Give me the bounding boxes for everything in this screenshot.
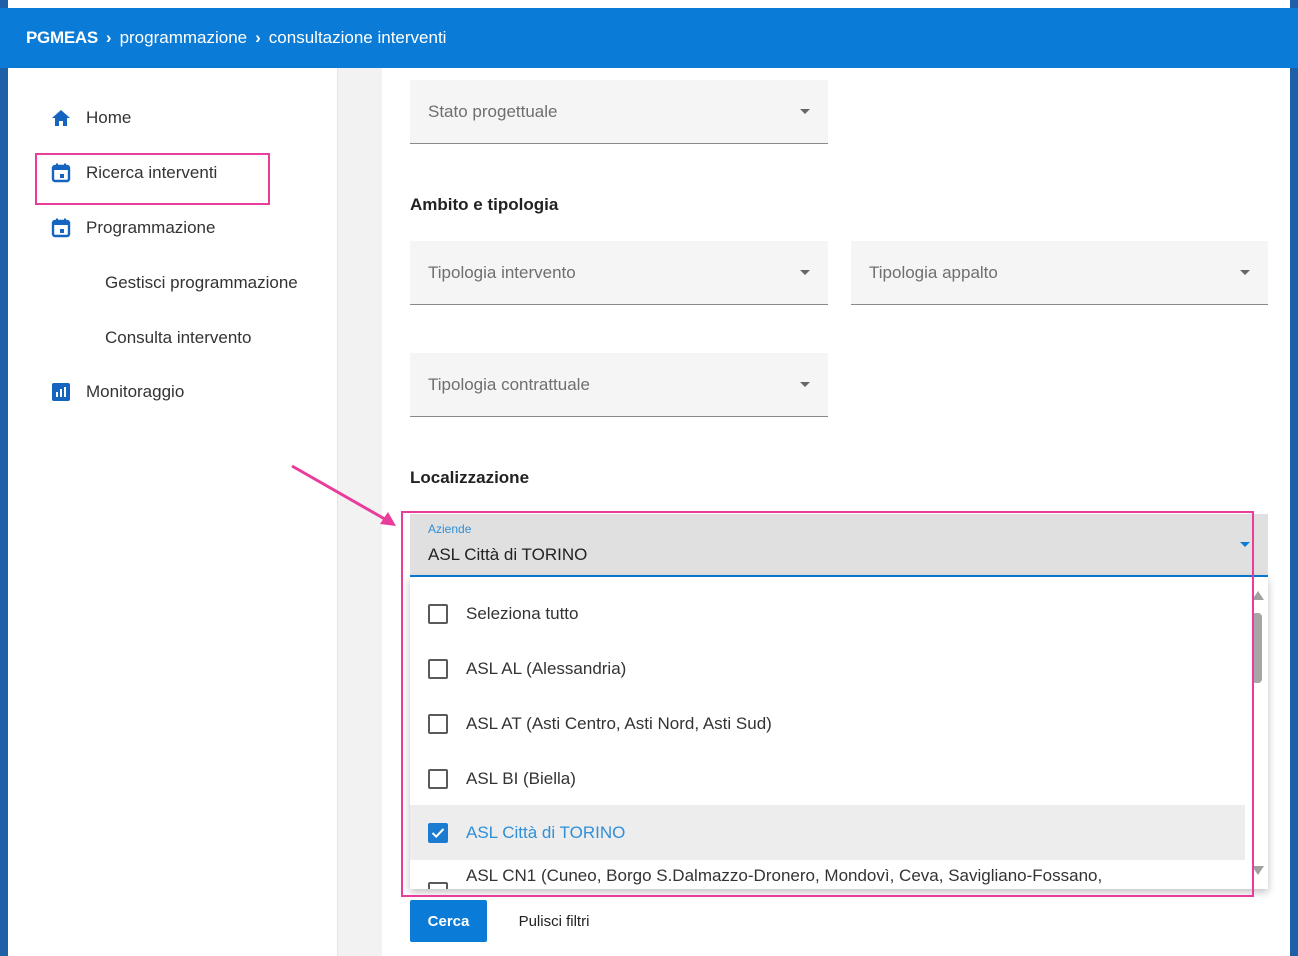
caret-down-icon	[1240, 542, 1250, 547]
stato-progettuale-select[interactable]: Stato progettuale	[410, 80, 828, 144]
breadcrumb: PGMEAS › programmazione › consultazione …	[0, 8, 1298, 68]
pulisci-filtri-button[interactable]: Pulisci filtri	[506, 900, 602, 942]
option-label: ASL AL (Alessandria)	[466, 658, 627, 678]
sidebar-item-label: Programmazione	[86, 218, 216, 237]
caret-down-icon	[800, 270, 810, 275]
tipologia-appalto-select[interactable]: Tipologia appalto	[851, 241, 1268, 305]
option-label: ASL CN1 (Cuneo, Borgo S.Dalmazzo-Dronero…	[466, 866, 1103, 885]
select-label: Stato progettuale	[428, 101, 558, 121]
select-label: Tipologia appalto	[869, 262, 998, 282]
chevron-right-icon: ›	[255, 28, 261, 47]
breadcrumb-programmazione[interactable]: programmazione	[120, 28, 248, 48]
select-label: Tipologia contrattuale	[428, 374, 590, 394]
checkbox-checked-icon[interactable]	[428, 822, 448, 843]
cerca-button[interactable]: Cerca	[410, 900, 487, 942]
aziende-dropdown-panel: Seleziona tutto ASL AL (Alessandria) ASL…	[410, 577, 1268, 889]
bar-chart-icon	[50, 381, 72, 403]
app-brand[interactable]: PGMEAS	[26, 28, 98, 48]
option-label: ASL AT (Asti Centro, Asti Nord, Asti Sud…	[466, 713, 772, 733]
checkbox-unchecked-icon[interactable]	[428, 882, 448, 889]
checkbox-unchecked-icon[interactable]	[428, 768, 448, 789]
caret-down-icon	[1240, 270, 1250, 275]
option-asl-cn1[interactable]: ASL CN1 (Cuneo, Borgo S.Dalmazzo-Dronero…	[410, 860, 1245, 889]
scroll-up-icon[interactable]	[1252, 591, 1264, 600]
section-localizzazione-title: Localizzazione	[410, 468, 530, 487]
option-asl-bi[interactable]: ASL BI (Biella)	[410, 751, 1245, 806]
sidebar-item-label: Monitoraggio	[86, 382, 185, 401]
scroll-down-icon[interactable]	[1252, 866, 1264, 875]
annotation-arrow-icon	[291, 464, 396, 526]
dropdown-scrollbar[interactable]	[1251, 585, 1264, 881]
sidebar-item-label: Home	[86, 108, 132, 127]
checkbox-unchecked-icon[interactable]	[428, 713, 448, 734]
sidebar-item-programmazione[interactable]: Programmazione	[50, 213, 215, 243]
option-asl-at[interactable]: ASL AT (Asti Centro, Asti Nord, Asti Sud…	[410, 696, 1245, 751]
checkbox-unchecked-icon[interactable]	[428, 658, 448, 679]
sidebar-item-consulta-intervento[interactable]: Consulta intervento	[105, 328, 251, 348]
option-seleziona-tutto[interactable]: Seleziona tutto	[410, 586, 1245, 641]
checkbox-unchecked-icon[interactable]	[428, 603, 448, 624]
caret-down-icon	[800, 109, 810, 114]
aziende-select[interactable]: Aziende ASL Città di TORINO	[410, 514, 1268, 577]
tipologia-contrattuale-select[interactable]: Tipologia contrattuale	[410, 353, 828, 417]
calendar-icon	[50, 217, 72, 239]
sidebar-item-monitoraggio[interactable]: Monitoraggio	[50, 377, 184, 407]
sidebar-item-gestisci-programmazione[interactable]: Gestisci programmazione	[105, 273, 298, 293]
annotation-highlight-ricerca	[35, 153, 270, 205]
aziende-selected-value: ASL Città di TORINO	[428, 545, 588, 564]
caret-down-icon	[800, 382, 810, 387]
sidebar-item-home[interactable]: Home	[50, 103, 131, 133]
option-label: ASL BI (Biella)	[466, 768, 576, 788]
aziende-floating-label: Aziende	[428, 522, 472, 536]
option-label: Seleziona tutto	[466, 603, 579, 623]
breadcrumb-consultazione: consultazione interventi	[268, 28, 447, 47]
option-label: ASL Città di TORINO	[466, 822, 626, 842]
scrollbar-thumb[interactable]	[1252, 613, 1262, 683]
home-icon	[50, 107, 72, 129]
option-asl-al[interactable]: ASL AL (Alessandria)	[410, 641, 1245, 696]
chevron-right-icon: ›	[105, 28, 112, 47]
section-ambito-title: Ambito e tipologia	[410, 195, 559, 214]
select-label: Tipologia intervento	[428, 262, 576, 282]
tipologia-intervento-select[interactable]: Tipologia intervento	[410, 241, 828, 305]
option-asl-citta-di-torino[interactable]: ASL Città di TORINO	[410, 805, 1245, 860]
